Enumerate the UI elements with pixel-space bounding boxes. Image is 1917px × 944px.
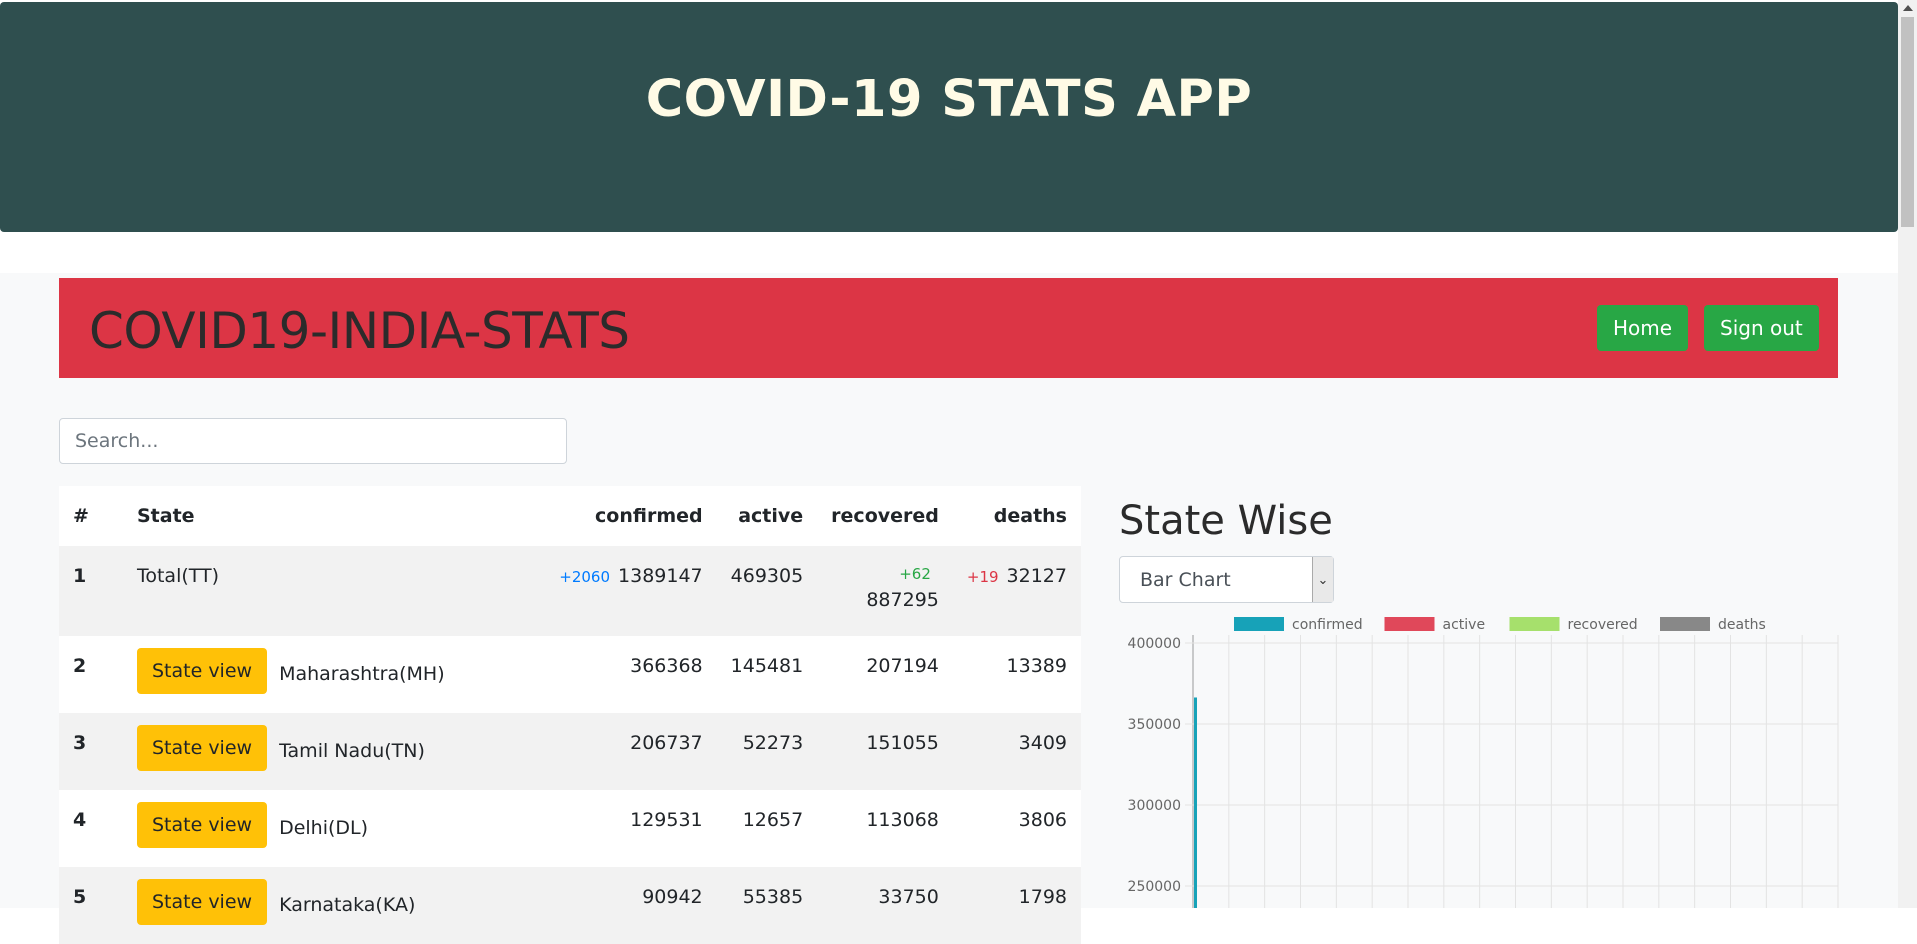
sign-out-button[interactable]: Sign out <box>1704 305 1819 351</box>
state-cell: State view Karnataka(KA) <box>122 867 546 944</box>
col-header-confirmed: confirmed <box>545 486 717 546</box>
confirmed-value: 1389147 <box>618 565 703 587</box>
state-cell: State view Tamil Nadu(TN) <box>122 713 546 790</box>
confirmed-cell: 206737 <box>545 713 717 790</box>
recovered-cell: 151055 <box>817 713 953 790</box>
state-cell: State view Delhi(DL) <box>122 790 546 867</box>
legend-swatch <box>1234 617 1284 631</box>
navbar: COVID19-INDIA-STATS Home Sign out <box>59 278 1838 378</box>
row-number: 3 <box>59 713 123 790</box>
confirmed-cell: 366368 <box>545 636 717 713</box>
deaths-value: 32127 <box>1006 565 1067 587</box>
recovered-delta: +62 <box>899 565 931 583</box>
scroll-up-icon[interactable] <box>1903 5 1913 11</box>
state-stats-table: # State confirmed active recovered death… <box>59 486 1081 944</box>
recovered-cell: 33750 <box>817 867 953 944</box>
active-cell: 55385 <box>716 867 818 944</box>
row-number: 1 <box>59 546 123 636</box>
legend-label: active <box>1443 617 1486 633</box>
legend-swatch <box>1384 617 1435 631</box>
row-number: 4 <box>59 790 123 867</box>
state-view-button[interactable]: State view <box>136 725 268 771</box>
app-header: COVID-19 STATS APP <box>0 2 1898 232</box>
panel-title: State Wise <box>1119 498 1333 544</box>
col-header-recovered: recovered <box>817 486 953 546</box>
chevron-down-icon[interactable]: ⌄ <box>1312 557 1333 602</box>
chart-grid <box>1185 635 1839 908</box>
y-tick-label: 400000 <box>1128 636 1181 652</box>
state-cell: State view Maharashtra(MH) <box>122 636 546 713</box>
chart-type-value: Bar Chart <box>1140 568 1231 591</box>
state-name: Karnataka(KA) <box>279 894 416 916</box>
chart-bars <box>1194 697 1197 908</box>
deaths-cell: 3806 <box>952 790 1081 867</box>
active-cell: 52273 <box>716 713 818 790</box>
y-tick-label: 350000 <box>1128 717 1181 733</box>
state-bar-chart: confirmed active recovered deaths 400000 350… <box>1128 617 1839 908</box>
table-row: 3 State view Tamil Nadu(TN) 206737 52273 … <box>59 713 1081 790</box>
row-number: 5 <box>59 867 123 944</box>
state-name: Delhi(DL) <box>279 817 369 839</box>
legend-label: recovered <box>1568 617 1638 633</box>
table-header-row: # State confirmed active recovered death… <box>59 486 1081 546</box>
deaths-cell: 3409 <box>952 713 1081 790</box>
state-view-button[interactable]: State view <box>136 648 268 694</box>
col-header-active: active <box>716 486 818 546</box>
chart-legend: confirmed active recovered deaths <box>1234 617 1766 633</box>
page-scrollbar[interactable] <box>1898 0 1917 908</box>
navbar-brand[interactable]: COVID19-INDIA-STATS <box>89 302 630 360</box>
state-view-button[interactable]: State view <box>136 879 268 925</box>
row-number: 2 <box>59 636 123 713</box>
chart-type-select[interactable]: Bar Chart ⌄ <box>1119 556 1334 603</box>
recovered-cell: +62 887295 <box>817 546 953 636</box>
confirmed-cell: 90942 <box>545 867 717 944</box>
y-tick-label: 250000 <box>1128 879 1181 895</box>
confirmed-cell: 129531 <box>545 790 717 867</box>
legend-label: confirmed <box>1292 617 1363 633</box>
deaths-cell: +19 32127 <box>952 546 1081 636</box>
confirmed-cell: +2060 1389147 <box>545 546 717 636</box>
state-name: Maharashtra(MH) <box>279 663 445 685</box>
col-header-num: # <box>59 486 123 546</box>
legend-swatch <box>1660 617 1710 631</box>
confirmed-delta: +2060 <box>559 568 611 586</box>
recovered-cell: 207194 <box>817 636 953 713</box>
search-input[interactable] <box>59 418 567 464</box>
bar-confirmed <box>1194 697 1197 908</box>
legend-label: deaths <box>1718 617 1766 633</box>
deaths-cell: 13389 <box>952 636 1081 713</box>
scrollbar-thumb[interactable] <box>1901 17 1914 227</box>
state-view-button[interactable]: State view <box>136 802 268 848</box>
app-title: COVID-19 STATS APP <box>645 69 1253 129</box>
home-button[interactable]: Home <box>1597 305 1689 351</box>
recovered-value: 887295 <box>866 589 939 611</box>
active-cell: 12657 <box>716 790 818 867</box>
active-cell: 145481 <box>716 636 818 713</box>
table-row: 4 State view Delhi(DL) 129531 12657 11306… <box>59 790 1081 867</box>
state-name: Tamil Nadu(TN) <box>279 740 425 762</box>
recovered-cell: 113068 <box>817 790 953 867</box>
deaths-delta: +19 <box>966 568 999 586</box>
legend-swatch <box>1509 617 1560 631</box>
table-row: 5 State view Karnataka(KA) 90942 55385 33… <box>59 867 1081 944</box>
state-name: Total(TT) <box>122 546 546 636</box>
table-row: 2 State view Maharashtra(MH) 366368 14548… <box>59 636 1081 713</box>
deaths-cell: 1798 <box>952 867 1081 944</box>
table-row-total: 1 Total(TT) +2060 1389147 469305 +62 88729… <box>59 546 1081 636</box>
col-header-deaths: deaths <box>952 486 1081 546</box>
col-header-state: State <box>122 486 546 546</box>
y-axis: 400000 350000 300000 250000 <box>1128 636 1181 895</box>
active-cell: 469305 <box>716 546 818 636</box>
y-tick-label: 300000 <box>1128 798 1181 814</box>
